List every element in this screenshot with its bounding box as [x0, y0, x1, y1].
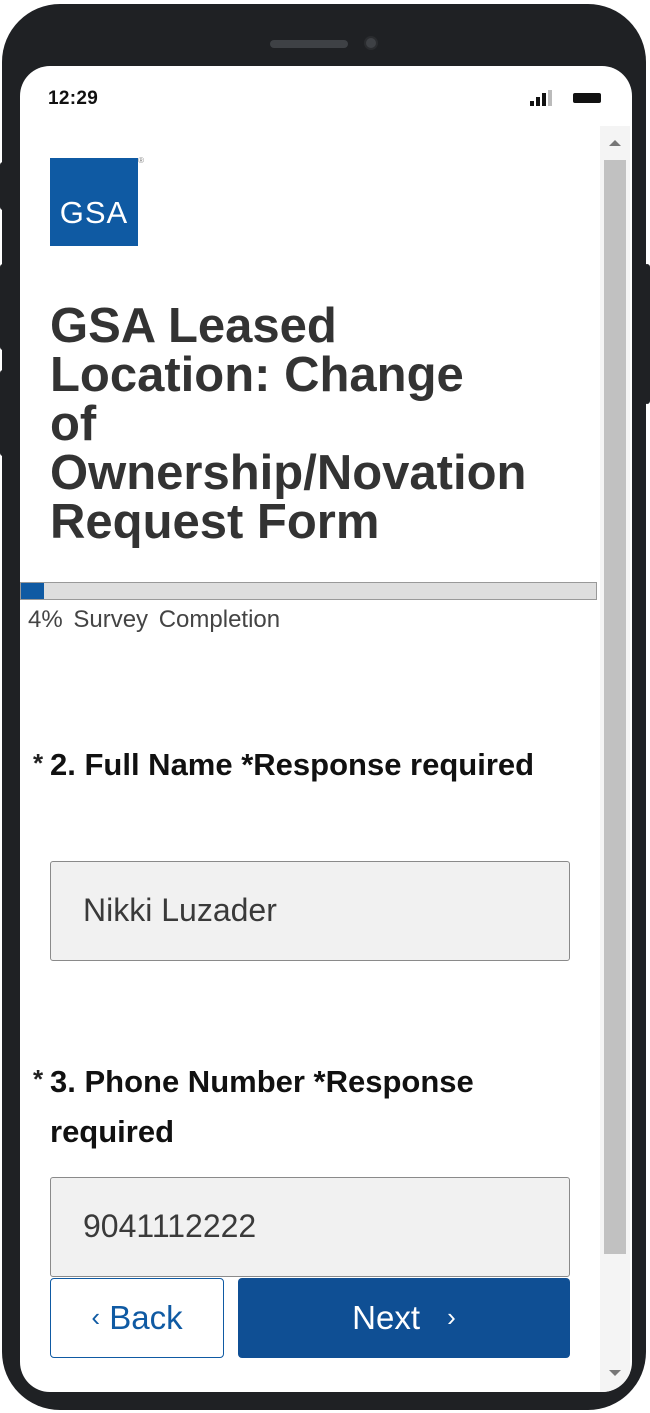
next-button-label: Next — [352, 1299, 420, 1336]
status-time: 12:29 — [48, 88, 99, 109]
phone-screen: 12:29 GSA ® GSA Leased Location: Change … — [20, 66, 632, 1392]
progress-label: 4% Survey Completion — [28, 606, 281, 633]
phone-camera — [364, 36, 378, 50]
phone-frame: 12:29 GSA ® GSA Leased Location: Change … — [2, 4, 646, 1410]
back-button-label: Back — [109, 1299, 183, 1336]
scroll-up-arrow-icon[interactable] — [609, 140, 621, 146]
form-title-line: Request Form — [50, 495, 380, 549]
scrollbar-thumb[interactable] — [604, 160, 626, 1254]
signal-icon — [530, 90, 552, 106]
gsa-logo: GSA ® — [50, 156, 144, 246]
question-full-name-label: 2. Full Name *Response required — [50, 747, 535, 782]
full-name-input[interactable]: Nikki Luzader — [50, 861, 570, 961]
form-title-line: GSA Leased — [50, 299, 337, 353]
survey-content: GSA ® GSA Leased Location: Change of Own… — [20, 126, 600, 1392]
progress-bar — [20, 582, 597, 600]
form-title-line: of — [50, 397, 97, 451]
phone-number-input[interactable]: 9041112222 — [50, 1177, 570, 1277]
form-title-line: Location: Change — [50, 348, 464, 402]
required-asterisk: * — [33, 1064, 44, 1094]
form-title: GSA Leased Location: Change of Ownership… — [50, 302, 600, 547]
back-button[interactable]: ‹ Back — [50, 1278, 224, 1358]
scrollbar[interactable] — [600, 126, 630, 1392]
chevron-right-icon: › — [447, 1302, 456, 1332]
scroll-down-arrow-icon[interactable] — [609, 1370, 621, 1376]
registered-mark: ® — [138, 156, 144, 165]
logo-text: GSA — [59, 195, 129, 230]
battery-icon — [573, 93, 601, 103]
chevron-left-icon: ‹ — [91, 1302, 101, 1332]
phone-speaker — [270, 40, 348, 48]
next-button[interactable]: Next › — [238, 1278, 570, 1358]
progress-bar-fill — [21, 583, 44, 599]
required-asterisk: * — [33, 748, 44, 778]
question-phone-number-label: 3. Phone Number *Response required — [50, 1064, 474, 1149]
form-title-line: Ownership/Novation — [50, 446, 527, 500]
